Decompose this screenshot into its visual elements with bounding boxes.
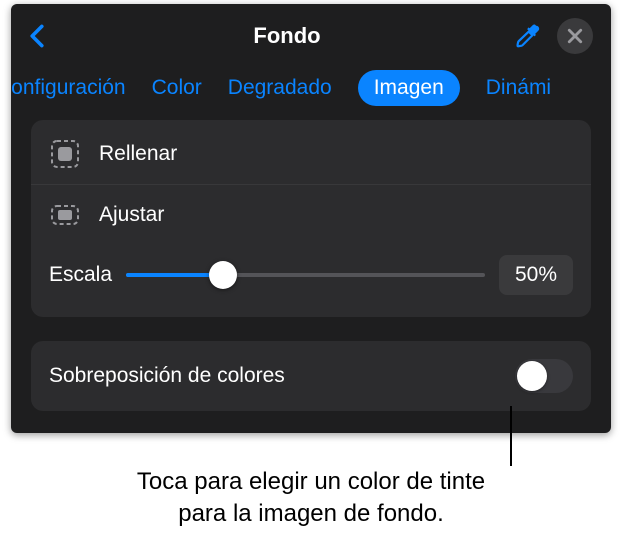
- tab-image[interactable]: Imagen: [358, 70, 460, 106]
- fill-type-tabs: econfiguración Color Degradado Imagen Di…: [11, 64, 611, 120]
- panel-header: Fondo: [11, 4, 611, 64]
- callout-line2: para la imagen de fondo.: [178, 500, 444, 527]
- fit-icon: [49, 199, 81, 231]
- color-overlay-label: Sobreposición de colores: [49, 364, 285, 388]
- slider-thumb[interactable]: [209, 261, 237, 289]
- color-overlay-switch[interactable]: [515, 359, 573, 393]
- tab-reconfiguration[interactable]: econfiguración: [11, 70, 126, 106]
- chevron-left-icon: [29, 24, 45, 48]
- eyedropper-icon: [515, 23, 541, 49]
- fit-label: Ajustar: [99, 203, 164, 227]
- switch-knob: [517, 361, 547, 391]
- background-panel: Fondo econfiguración Color Degradado Ima…: [11, 4, 611, 433]
- scale-value[interactable]: 50%: [499, 255, 573, 295]
- scale-label: Escala: [49, 263, 112, 287]
- fill-icon: [49, 138, 81, 170]
- tab-gradient[interactable]: Degradado: [228, 70, 332, 106]
- callout-leader-line: [510, 406, 512, 466]
- fill-mode-fill[interactable]: Rellenar: [31, 124, 591, 184]
- panel-title: Fondo: [59, 23, 515, 49]
- scale-slider[interactable]: [126, 261, 485, 289]
- slider-track: [126, 273, 485, 277]
- callout-text: Toca para elegir un color de tinte para …: [0, 466, 622, 531]
- callout-line1: Toca para elegir un color de tinte: [137, 468, 485, 495]
- fill-mode-fit[interactable]: Ajustar: [31, 184, 591, 245]
- scale-row: Escala 50%: [31, 245, 591, 313]
- close-button[interactable]: [557, 18, 593, 54]
- tab-color[interactable]: Color: [152, 70, 202, 106]
- fill-label: Rellenar: [99, 142, 177, 166]
- eyedropper-button[interactable]: [515, 23, 541, 49]
- image-options-group: Rellenar Ajustar Escala 50%: [31, 120, 591, 317]
- tab-dynamic[interactable]: Dinámi: [486, 70, 551, 106]
- color-overlay-row: Sobreposición de colores: [31, 341, 591, 411]
- back-button[interactable]: [29, 24, 59, 48]
- close-icon: [567, 28, 583, 44]
- header-actions: [515, 18, 593, 54]
